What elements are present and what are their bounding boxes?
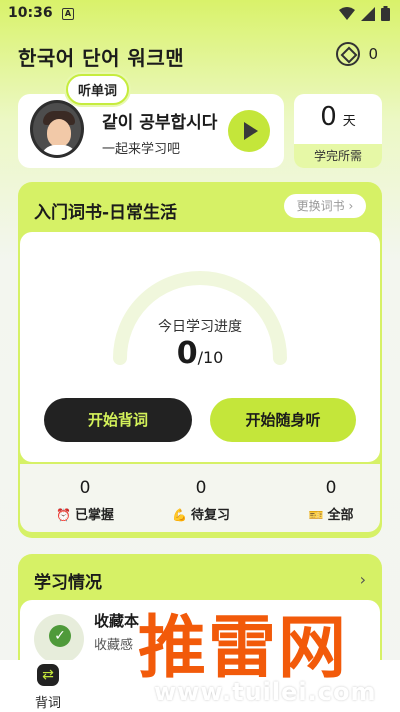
stat-review-value: 0 [195,478,207,498]
watermark: 推雷网 www.tuilei.com [130,592,400,712]
stat-all[interactable]: 0 🎫 全部 [276,478,386,523]
listen-words-card[interactable]: 听单词 같이 공부합시다 一起来学习吧 [18,74,284,168]
start-memorize-button[interactable]: 开始背词 [44,398,192,442]
days-number: 0 [320,102,337,132]
chevron-right-icon[interactable]: › [360,570,366,589]
coin-icon [336,42,361,66]
progress-total: /10 [197,348,224,367]
stat-all-label: 全部 [327,508,354,523]
change-wordbook-button[interactable]: 更换词书 › [284,194,366,218]
status-time: 10:36 [8,5,53,21]
status-icons [339,6,390,21]
progress-card: 今日学习进度 0/10 开始背词 开始随身听 [20,232,380,462]
avatar [30,100,84,158]
progress-value: 0/10 [20,336,380,371]
notification-icon: A [62,8,74,20]
stat-mastered-label: 已掌握 [74,508,114,523]
stat-mastered[interactable]: 0 ⏰ 已掌握 [30,478,140,523]
stat-review[interactable]: 0 💪 待复习 [146,478,256,523]
swap-icon: ⇄ [37,664,59,686]
days-unit: 天 [342,114,356,129]
wifi-icon [339,6,355,20]
alarm-clock-icon: ⏰ [56,508,71,522]
nav-item-label: 背词 [34,696,61,711]
chevron-right-icon: › [344,199,354,213]
favorites-subtitle: 收藏感 [94,638,134,653]
watermark-url: www.tuilei.com [154,678,377,706]
play-button[interactable] [228,110,270,152]
change-wordbook-label: 更换词书 [296,199,345,213]
days-needed-card: 0天 学完所需 [294,94,382,168]
progress-current: 0 [176,336,198,371]
battery-icon [381,6,390,21]
days-needed-value: 0天 [294,102,382,132]
app-title: 한국어 단어 워크맨 [18,46,185,70]
wordbook-title: 入门词书-日常生活 [34,203,178,223]
muscle-icon: 💪 [172,508,187,522]
ticket-icon: 🎫 [308,508,324,522]
stat-all-value: 0 [325,478,337,498]
stat-mastered-value: 0 [79,478,91,498]
pointer-notch [190,452,208,461]
listen-card-subtitle: 一起来学习吧 [102,142,181,157]
listen-words-badge: 听单词 [66,74,130,105]
avatar-face [47,119,71,147]
coin-balance[interactable]: 0 [336,42,378,66]
study-status-title: 学习情况 [34,573,102,593]
stat-review-label: 待复习 [190,508,230,523]
star-check-icon [34,614,84,664]
days-needed-label: 学完所需 [294,144,382,168]
progress-label: 今日学习进度 [158,319,242,335]
watermark-text: 推雷网 [138,609,349,688]
word-stats: 0 ⏰ 已掌握 0 💪 待复习 0 🎫 全部 [20,464,380,532]
listen-card-title: 같이 공부합시다 [102,113,218,133]
nav-item-memorize[interactable]: ⇄ 背词 [26,664,70,711]
wordbook-panel: 入门词书-日常生活 更换词书 › 今日学习进度 0/10 开始背词 开始随身听 … [18,182,382,538]
status-bar: 10:36 A [0,0,400,28]
signal-icon [361,6,375,21]
avatar-body [41,145,77,155]
start-listen-button[interactable]: 开始随身听 [210,398,356,442]
coin-count: 0 [368,45,378,63]
